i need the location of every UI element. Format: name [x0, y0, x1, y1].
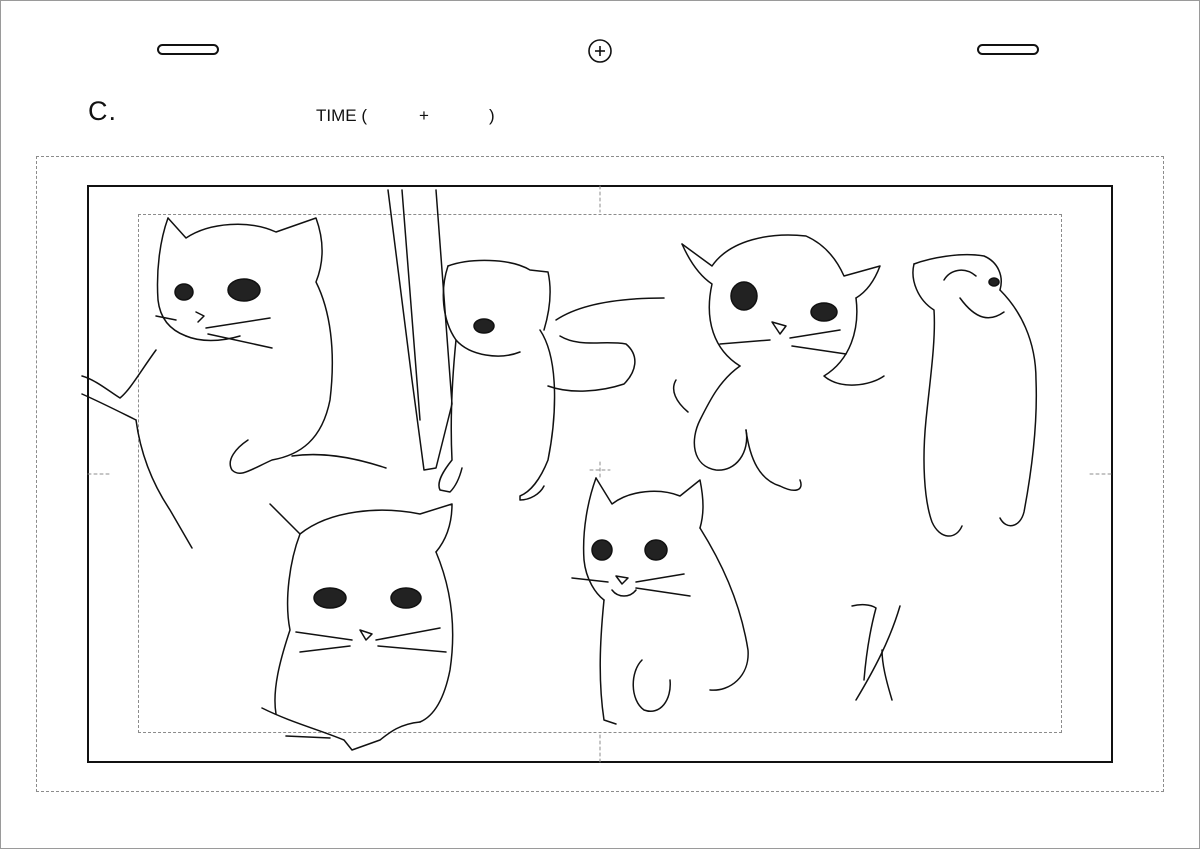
cat-folded-ear [387, 189, 665, 501]
cat-bottom-left [261, 503, 454, 751]
cat-bottom-center [571, 477, 749, 725]
cat-stretching [912, 253, 1038, 537]
cat-reaching [672, 234, 885, 491]
cat-sketch-drawing [81, 185, 1113, 763]
timing-note-mark [851, 603, 901, 701]
cat-top-left [81, 217, 387, 549]
